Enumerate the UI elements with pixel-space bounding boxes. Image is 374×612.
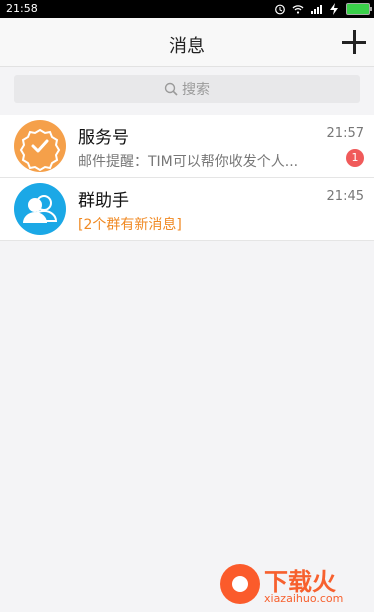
search-icon — [164, 82, 178, 96]
flame-logo-icon — [220, 564, 260, 604]
message-title: 服务号 — [78, 128, 129, 148]
watermark-url: xiazaihuo.com — [264, 592, 344, 605]
status-time: 21:58 — [6, 2, 38, 15]
message-time: 21:57 — [326, 126, 364, 141]
verified-badge-icon — [14, 120, 66, 172]
message-preview: 邮件提醒：TIM可以帮你收发个人... — [78, 154, 299, 170]
page-title: 消息 — [169, 36, 205, 57]
status-bar: 21:58 — [0, 0, 374, 18]
watermark: 下载火 xiazaihuo.com — [220, 562, 370, 608]
signal-icon — [311, 5, 322, 14]
message-item-group-helper[interactable]: 群助手 [2个群有新消息] 21:45 — [0, 178, 374, 241]
alarm-icon — [275, 4, 285, 15]
search-input[interactable]: 搜索 — [14, 75, 360, 103]
wifi-icon — [292, 5, 304, 14]
search-placeholder: 搜索 — [182, 82, 210, 98]
message-time: 21:45 — [326, 189, 364, 204]
message-list: 服务号 邮件提醒：TIM可以帮你收发个人... 21:57 1 群助手 [2个群… — [0, 115, 374, 241]
group-people-icon — [14, 183, 66, 235]
search-area: 搜索 — [0, 67, 374, 111]
battery-icon — [346, 3, 372, 15]
message-preview: [2个群有新消息] — [78, 217, 182, 233]
message-item-service[interactable]: 服务号 邮件提醒：TIM可以帮你收发个人... 21:57 1 — [0, 115, 374, 178]
charging-icon — [330, 3, 338, 15]
avatar — [14, 183, 66, 235]
header-bar: 消息 — [0, 18, 374, 67]
status-icons — [274, 2, 372, 16]
avatar — [14, 120, 66, 172]
plus-icon[interactable] — [342, 30, 366, 54]
message-title: 群助手 — [78, 191, 129, 211]
unread-badge: 1 — [346, 149, 364, 167]
